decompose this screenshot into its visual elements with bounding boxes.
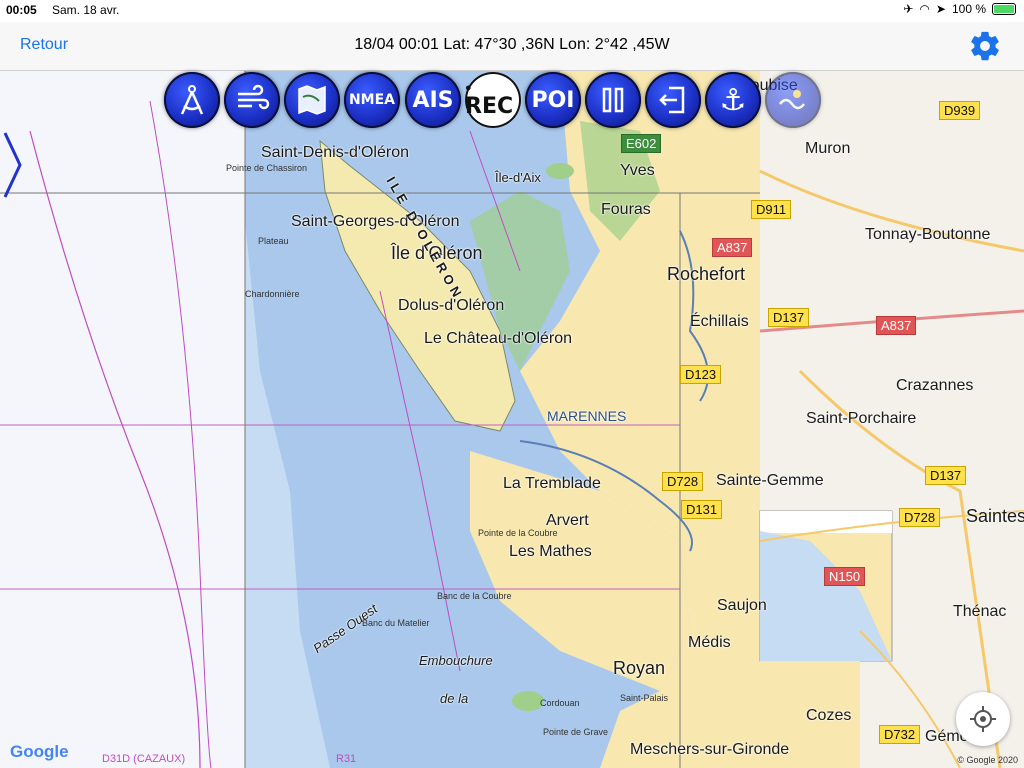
ais-button[interactable]: AIS [405,72,461,128]
label-cozes: Cozes [806,707,852,724]
label-muron: Muron [805,140,851,157]
label-saujon: Saujon [717,597,767,614]
record-button[interactable]: ● REC [465,72,521,128]
gear-icon[interactable] [968,29,1002,63]
ais-label: AIS [412,87,454,113]
road-a837-a: A837 [712,238,753,257]
label-rochefort: Rochefort [667,264,746,284]
map-copyright: © Google 2020 [957,755,1018,765]
my-location-button[interactable] [956,692,1010,746]
chart-map[interactable]: Saint-Denis-d'Oléron Île-d'Aix Yves Four… [0,71,1024,768]
road-d728-b: D728 [899,508,941,527]
label-de-la: de la [440,691,469,706]
road-d939: D939 [939,101,981,120]
chevron-right-icon[interactable] [2,130,24,200]
anchor-button[interactable]: ⚓ [705,72,761,128]
google-logo: Google [10,742,69,762]
label-r31: R31 [336,753,357,765]
battery-percent: 100 % [951,2,986,16]
position-title: 18/04 00:01 Lat: 47°30 ,36N Lon: 2°42 ,4… [354,36,670,53]
nmea-button[interactable]: NMEA [344,72,400,128]
map-layer-button[interactable] [284,72,340,128]
label-sainte-gemme: Sainte-Gemme [716,472,824,489]
road-e602: E602 [621,134,662,153]
location-icon: ➤ [935,2,946,16]
road-d123: D123 [680,365,722,384]
label-saintes: Saintes [966,506,1024,526]
battery-icon [992,3,1016,15]
label-les-mathes: Les Mathes [509,543,592,560]
drafting-compass-icon [180,85,204,115]
label-medis: Médis [688,634,731,651]
label-saint-porchaire: Saint-Porchaire [806,410,917,427]
label-pointe-grave: Pointe de Grave [543,727,609,737]
label-banc-matelier: Banc du Matelier [362,618,430,628]
road-a837-b: A837 [876,316,917,335]
status-time: 00:05 [6,3,37,17]
road-n150: N150 [824,567,866,586]
label-saint-georges: Saint-Georges-d'Oléron [291,213,460,230]
label-yves: Yves [620,162,655,179]
label-d31d: D31D (CAZAUX) [102,753,186,765]
wind-button[interactable] [224,72,280,128]
pause-button[interactable] [585,72,641,128]
map-icon [298,85,326,115]
label-fouras: Fouras [601,201,651,218]
wave-icon [779,90,805,110]
crosshair-icon [970,706,996,732]
road-d911: D911 [751,200,792,219]
status-bar: 00:05 Sam. 18 avr. ✈ ◠ ➤ 100 % [0,0,1024,22]
airplane-icon: ✈ [903,2,914,16]
poi-button[interactable]: POI [525,72,581,128]
label-embouchure: Embouchure [419,653,493,668]
road-d732: D732 [879,725,921,744]
label-saint-denis: Saint-Denis-d'Oléron [261,144,410,161]
rec-text: REC [465,93,514,119]
status-right: ✈ ◠ ➤ 100 % [903,2,1016,16]
label-pointe-chassiron: Pointe de Chassiron [226,163,308,173]
anchor-icon: ⚓ [719,82,747,118]
label-cordouan: Cordouan [540,698,580,708]
label-banc-coubre: Banc de la Coubre [437,591,512,601]
wifi-icon: ◠ [919,2,930,16]
road-d728-a: D728 [662,472,704,491]
label-chardonniere: Chardonnière [245,289,300,299]
road-d137-a: D137 [768,308,810,327]
wind-icon [238,84,270,110]
road-d137-b: D137 [925,466,967,485]
poi-label: POI [531,87,575,113]
label-echillais: Échillais [690,313,749,330]
exit-button[interactable] [645,72,701,128]
label-plateau: Plateau [258,236,289,246]
google-wordmark: Google [10,742,69,761]
tide-button[interactable] [765,72,821,128]
compass-tool-button[interactable] [164,72,220,128]
exit-icon [659,86,685,114]
label-la-tremblade: La Tremblade [503,475,601,492]
label-tonnay: Tonnay-Boutonne [865,226,991,243]
road-d131: D131 [681,500,723,519]
label-saint-palais: Saint-Palais [620,693,669,703]
record-label: ● REC [465,81,514,119]
label-crazannes: Crazannes [896,377,974,394]
pause-icon [602,87,624,113]
status-date: Sam. 18 avr. [52,3,120,17]
label-royan: Royan [613,658,666,678]
navigation-bar: Retour 18/04 00:01 Lat: 47°30 ,36N Lon: … [0,22,1024,71]
label-thenac: Thénac [953,603,1007,620]
label-chateau: Le Château-d'Oléron [424,330,573,347]
label-meschers: Meschers-sur-Gironde [630,741,790,758]
nmea-label: NMEA [348,92,396,108]
label-ile-aix: Île-d'Aix [495,170,541,185]
label-marennes: MARENNES [547,408,627,424]
label-pointe-coubre: Pointe de la Coubre [478,528,558,538]
